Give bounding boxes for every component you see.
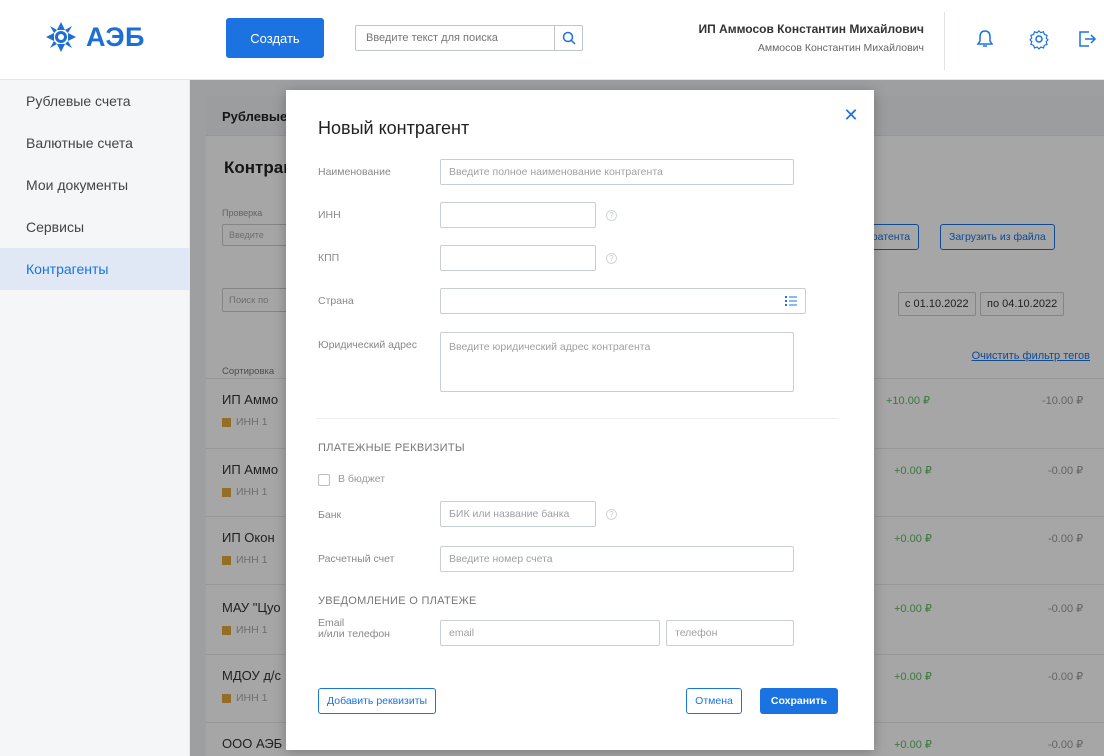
- account-field[interactable]: [440, 546, 794, 572]
- create-button[interactable]: Создать: [226, 18, 324, 58]
- logo[interactable]: АЭБ: [44, 20, 145, 54]
- country-label: Страна: [318, 295, 354, 307]
- account-label: Расчетный счет: [318, 553, 395, 565]
- inn-label: ИНН: [318, 209, 341, 221]
- contact-label: Email и/или телефон: [318, 618, 390, 640]
- bank-field[interactable]: [440, 501, 596, 527]
- add-requisites-button[interactable]: Добавить реквизиты: [318, 688, 437, 714]
- section-divider: [316, 418, 838, 419]
- payment-section-title: ПЛАТЕЖНЫЕ РЕКВИЗИТЫ: [318, 442, 465, 454]
- gear-icon[interactable]: [1028, 28, 1050, 50]
- cancel-button[interactable]: Отмена: [686, 688, 742, 714]
- sidebar-item-services[interactable]: Сервисы: [0, 206, 189, 248]
- address-field[interactable]: [440, 332, 794, 392]
- sidebar: Рублевые счета Валютные счета Мои докуме…: [0, 80, 190, 756]
- search-box: [355, 25, 583, 51]
- budget-checkbox[interactable]: [318, 474, 330, 486]
- sidebar-item-my-documents[interactable]: Мои документы: [0, 164, 189, 206]
- name-label: Наименование: [318, 166, 391, 178]
- country-select[interactable]: [440, 288, 806, 314]
- search-input[interactable]: [356, 26, 552, 50]
- kpp-label: КПП: [318, 252, 340, 264]
- notify-section-title: УВЕДОМЛЕНИЕ О ПЛАТЕЖЕ: [318, 595, 477, 607]
- save-button[interactable]: Сохранить: [760, 688, 838, 714]
- close-icon[interactable]: ✕: [842, 106, 860, 124]
- logo-icon: [46, 22, 76, 52]
- user-block[interactable]: ИП Аммосов Константин Михайлович Аммосов…: [698, 22, 924, 54]
- contact-label-line2: и/или телефон: [318, 628, 390, 640]
- logout-icon[interactable]: [1076, 28, 1098, 50]
- header-divider: [944, 12, 945, 70]
- sidebar-item-currency-accounts[interactable]: Валютные счета: [0, 122, 189, 164]
- search-button[interactable]: [554, 26, 582, 50]
- modal-title: Новый контрагент: [318, 118, 470, 138]
- phone-field[interactable]: [666, 620, 794, 646]
- app-header: АЭБ Создать ИП Аммосов Константин Михайл…: [0, 0, 1104, 80]
- kpp-field[interactable]: [440, 245, 596, 271]
- logo-text: АЭБ: [86, 21, 145, 52]
- help-icon[interactable]: ?: [606, 253, 617, 264]
- new-counterparty-modal: ✕ Новый контрагент Наименование ИНН ? КП…: [286, 90, 874, 750]
- help-icon[interactable]: ?: [606, 210, 617, 221]
- address-label: Юридический адрес: [318, 339, 418, 351]
- sidebar-item-counterparties[interactable]: Контрагенты: [0, 248, 189, 290]
- bank-label: Банк: [318, 509, 342, 521]
- user-name: ИП Аммосов Константин Михайлович: [698, 22, 924, 36]
- inn-field[interactable]: [440, 202, 596, 228]
- budget-label: В бюджет: [338, 473, 386, 485]
- bell-icon[interactable]: [974, 28, 996, 50]
- list-icon: [785, 296, 797, 306]
- sidebar-item-rub-accounts[interactable]: Рублевые счета: [0, 80, 189, 122]
- email-field[interactable]: [440, 620, 660, 646]
- name-field[interactable]: [440, 159, 794, 185]
- user-subname: Аммосов Константин Михайлович: [757, 42, 924, 54]
- help-icon[interactable]: ?: [606, 509, 617, 520]
- search-icon: [562, 31, 576, 45]
